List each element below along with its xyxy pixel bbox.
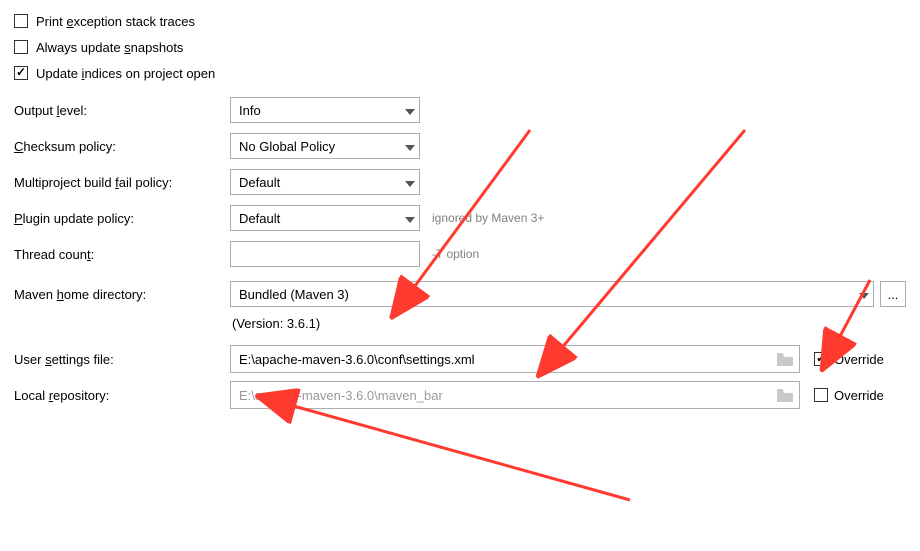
output-level-label: Output level:: [14, 103, 230, 118]
multiproject-fail-policy-select[interactable]: Default: [230, 169, 420, 195]
update-indices-checkbox-row: Update indices on project open: [14, 60, 906, 86]
local-repo-override-checkbox[interactable]: [814, 388, 828, 402]
user-settings-override-row: Override: [814, 352, 906, 367]
checksum-policy-select[interactable]: No Global Policy: [230, 133, 420, 159]
chevron-down-icon: [405, 175, 415, 190]
thread-count-hint: -T option: [432, 247, 479, 261]
user-settings-input[interactable]: E:\apache-maven-3.6.0\conf\settings.xml: [230, 345, 800, 373]
folder-icon[interactable]: [777, 353, 793, 366]
user-settings-label: User settings file:: [14, 352, 230, 367]
always-update-checkbox-row: Always update snapshots: [14, 34, 906, 60]
user-settings-override-label: Override: [834, 352, 884, 367]
maven-home-combo[interactable]: Bundled (Maven 3): [230, 281, 874, 307]
maven-version-text: (Version: 3.6.1): [230, 312, 906, 341]
print-exception-label: Print exception stack traces: [36, 14, 195, 29]
plugin-update-hint: ignored by Maven 3+: [432, 211, 544, 225]
local-repo-input[interactable]: E:\apache-maven-3.6.0\maven_bar: [230, 381, 800, 409]
print-exception-checkbox-row: Print exception stack traces: [14, 8, 906, 34]
thread-count-input[interactable]: [230, 241, 420, 267]
chevron-down-icon: [859, 287, 869, 302]
update-indices-checkbox[interactable]: [14, 66, 28, 80]
chevron-down-icon: [405, 211, 415, 226]
local-repo-label: Local repository:: [14, 388, 230, 403]
always-update-label: Always update snapshots: [36, 40, 183, 55]
checksum-policy-label: Checksum policy:: [14, 139, 230, 154]
multiproject-fail-policy-label: Multiproject build fail policy:: [14, 175, 230, 190]
user-settings-override-checkbox[interactable]: [814, 352, 828, 366]
plugin-update-policy-label: Plugin update policy:: [14, 211, 230, 226]
local-repo-override-label: Override: [834, 388, 884, 403]
update-indices-label: Update indices on project open: [36, 66, 215, 81]
always-update-checkbox[interactable]: [14, 40, 28, 54]
print-exception-checkbox[interactable]: [14, 14, 28, 28]
folder-icon[interactable]: [777, 389, 793, 402]
chevron-down-icon: [405, 103, 415, 118]
local-repo-override-row: Override: [814, 388, 906, 403]
maven-home-browse-button[interactable]: ...: [880, 281, 906, 307]
thread-count-label: Thread count:: [14, 247, 230, 262]
output-level-select[interactable]: Info: [230, 97, 420, 123]
maven-home-label: Maven home directory:: [14, 287, 230, 302]
plugin-update-policy-select[interactable]: Default: [230, 205, 420, 231]
chevron-down-icon: [405, 139, 415, 154]
